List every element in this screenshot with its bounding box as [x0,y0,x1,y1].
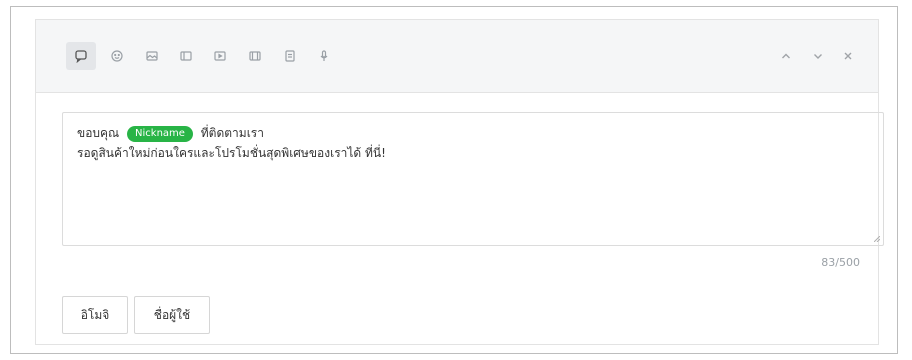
canvas: ขอบคุณ Nickname ที่ติดตามเรา รอดูสินค้าใ… [0,0,912,360]
smiley-icon [111,50,123,62]
nickname-tag[interactable]: Nickname [127,126,193,142]
move-down-button[interactable] [806,42,830,70]
message-editor: ขอบคุณ Nickname ที่ติดตามเรา รอดูสินค้าใ… [35,19,884,345]
chevron-up-icon [782,53,790,59]
message-card: ขอบคุณ Nickname ที่ติดตามเรา รอดูสินค้าใ… [10,6,898,354]
card-icon [180,51,192,61]
delete-button[interactable] [836,42,860,70]
sticker-button[interactable] [102,42,132,70]
image-button[interactable] [137,42,167,70]
editor-toolbar [36,20,878,93]
chevron-down-icon [814,54,822,59]
message-text: ขอบคุณ [77,126,120,140]
card-button[interactable] [171,42,201,70]
file-icon [285,50,295,62]
character-counter: 83/500 [821,256,860,269]
file-button[interactable] [275,42,305,70]
insert-name-button[interactable]: ชื่อผู้ใช้ [134,296,210,334]
film-icon [249,51,261,61]
text-message-button[interactable] [66,42,96,70]
message-line-2: รอดูสินค้าใหม่ก่อนใครและโปรโมชั่นสุดพิเศ… [77,146,386,160]
move-up-button[interactable] [774,42,798,70]
film-button[interactable] [240,42,270,70]
video-button[interactable] [205,42,235,70]
video-icon [214,51,226,61]
voice-button[interactable] [309,42,339,70]
resize-handle-icon[interactable] [874,236,880,242]
message-line-1: ขอบคุณ Nickname ที่ติดตามเรา [77,123,869,143]
message-textarea[interactable]: ขอบคุณ Nickname ที่ติดตามเรา รอดูสินค้าใ… [62,112,884,246]
emoji-button[interactable]: อิโมจิ [62,296,128,334]
microphone-icon [320,50,328,61]
image-icon [146,51,158,61]
close-icon [844,52,852,60]
message-text: ที่ติดตามเรา [200,126,264,140]
speech-bubble-icon [75,50,87,63]
